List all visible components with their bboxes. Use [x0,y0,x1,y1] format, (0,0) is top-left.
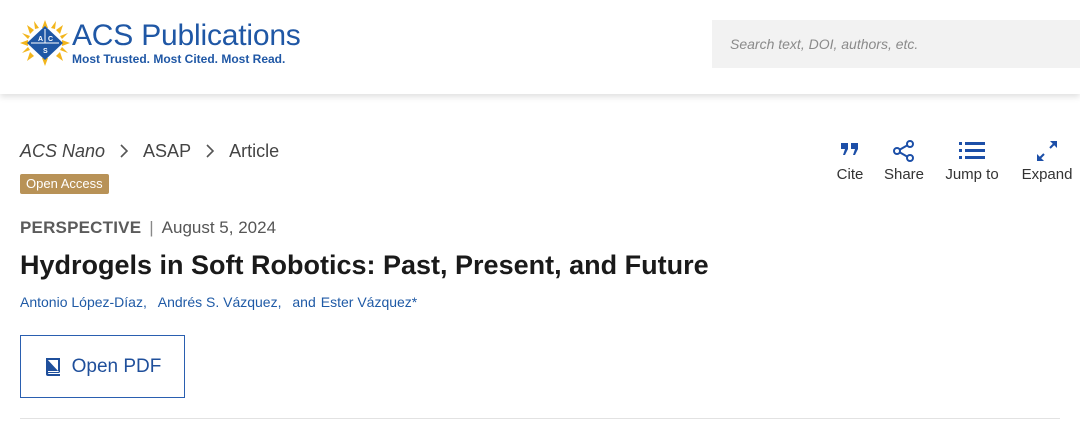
article-meta: PERSPECTIVE | August 5, 2024 [20,218,276,238]
author-link[interactable]: Antonio López-Díaz, [20,294,147,310]
search-input[interactable] [712,20,1080,68]
logo-tagline: Most Trusted. Most Cited. Most Read. [72,52,286,66]
breadcrumb-current: Article [229,140,280,161]
author-link[interactable]: Andrés S. Vázquez, [158,294,282,310]
open-pdf-button[interactable]: Open PDF [20,335,185,398]
acs-publications-logo[interactable]: A C S ACS Publications Most Trusted. Mos… [20,20,301,70]
cite-button[interactable]: Cite [818,140,882,192]
expand-label: Expand [1021,166,1073,183]
jump-to-button[interactable]: Jump to [936,140,1008,192]
breadcrumb-journal-link[interactable]: ACS Nano [20,141,105,162]
logo-brand: ACS [72,19,134,52]
list-icon [936,140,1008,166]
chevron-right-icon [206,144,215,158]
article-title: Hydrogels in Soft Robotics: Past, Presen… [20,250,709,280]
publication-date: August 5, 2024 [161,218,277,237]
expand-button[interactable]: Expand [1014,140,1080,192]
book-icon [45,357,60,376]
logo-mark-letter-s: S [43,48,48,55]
breadcrumb-section-link[interactable]: ASAP [143,141,191,162]
open-access-badge: Open Access [20,174,109,194]
section-divider [20,418,1060,419]
share-label: Share [883,166,925,183]
logo-name: Publications [141,19,301,52]
author-conjunction: and [292,294,316,310]
author-spacer [147,294,151,310]
expand-icon [1014,140,1080,166]
jump-to-label: Jump to [945,166,999,183]
open-pdf-label: Open PDF [71,355,162,377]
logo-title: ACS Publications [72,20,301,52]
breadcrumb: ACS Nano ASAP Article [20,140,279,162]
author-link[interactable]: Ester Vázquez* [321,294,418,310]
author-spacer [282,294,286,310]
share-icon [876,140,932,166]
site-header: A C S ACS Publications Most Trusted. Mos… [0,0,1080,94]
cite-label: Cite [836,166,864,183]
logo-mark-letter-c: C [48,36,53,43]
share-button[interactable]: Share [876,140,932,192]
article-type: PERSPECTIVE [20,218,142,237]
logo-mark-letter-a: A [38,36,43,43]
quote-icon [818,140,882,166]
author-list: Antonio López-Díaz, Andrés S. Vázquez, a… [20,294,417,310]
chevron-right-icon [120,144,129,158]
meta-separator: | [149,218,154,237]
article-tools: Cite Share Jump to Expand [800,140,1080,192]
acs-logo-mark-icon: A C S [20,20,70,66]
